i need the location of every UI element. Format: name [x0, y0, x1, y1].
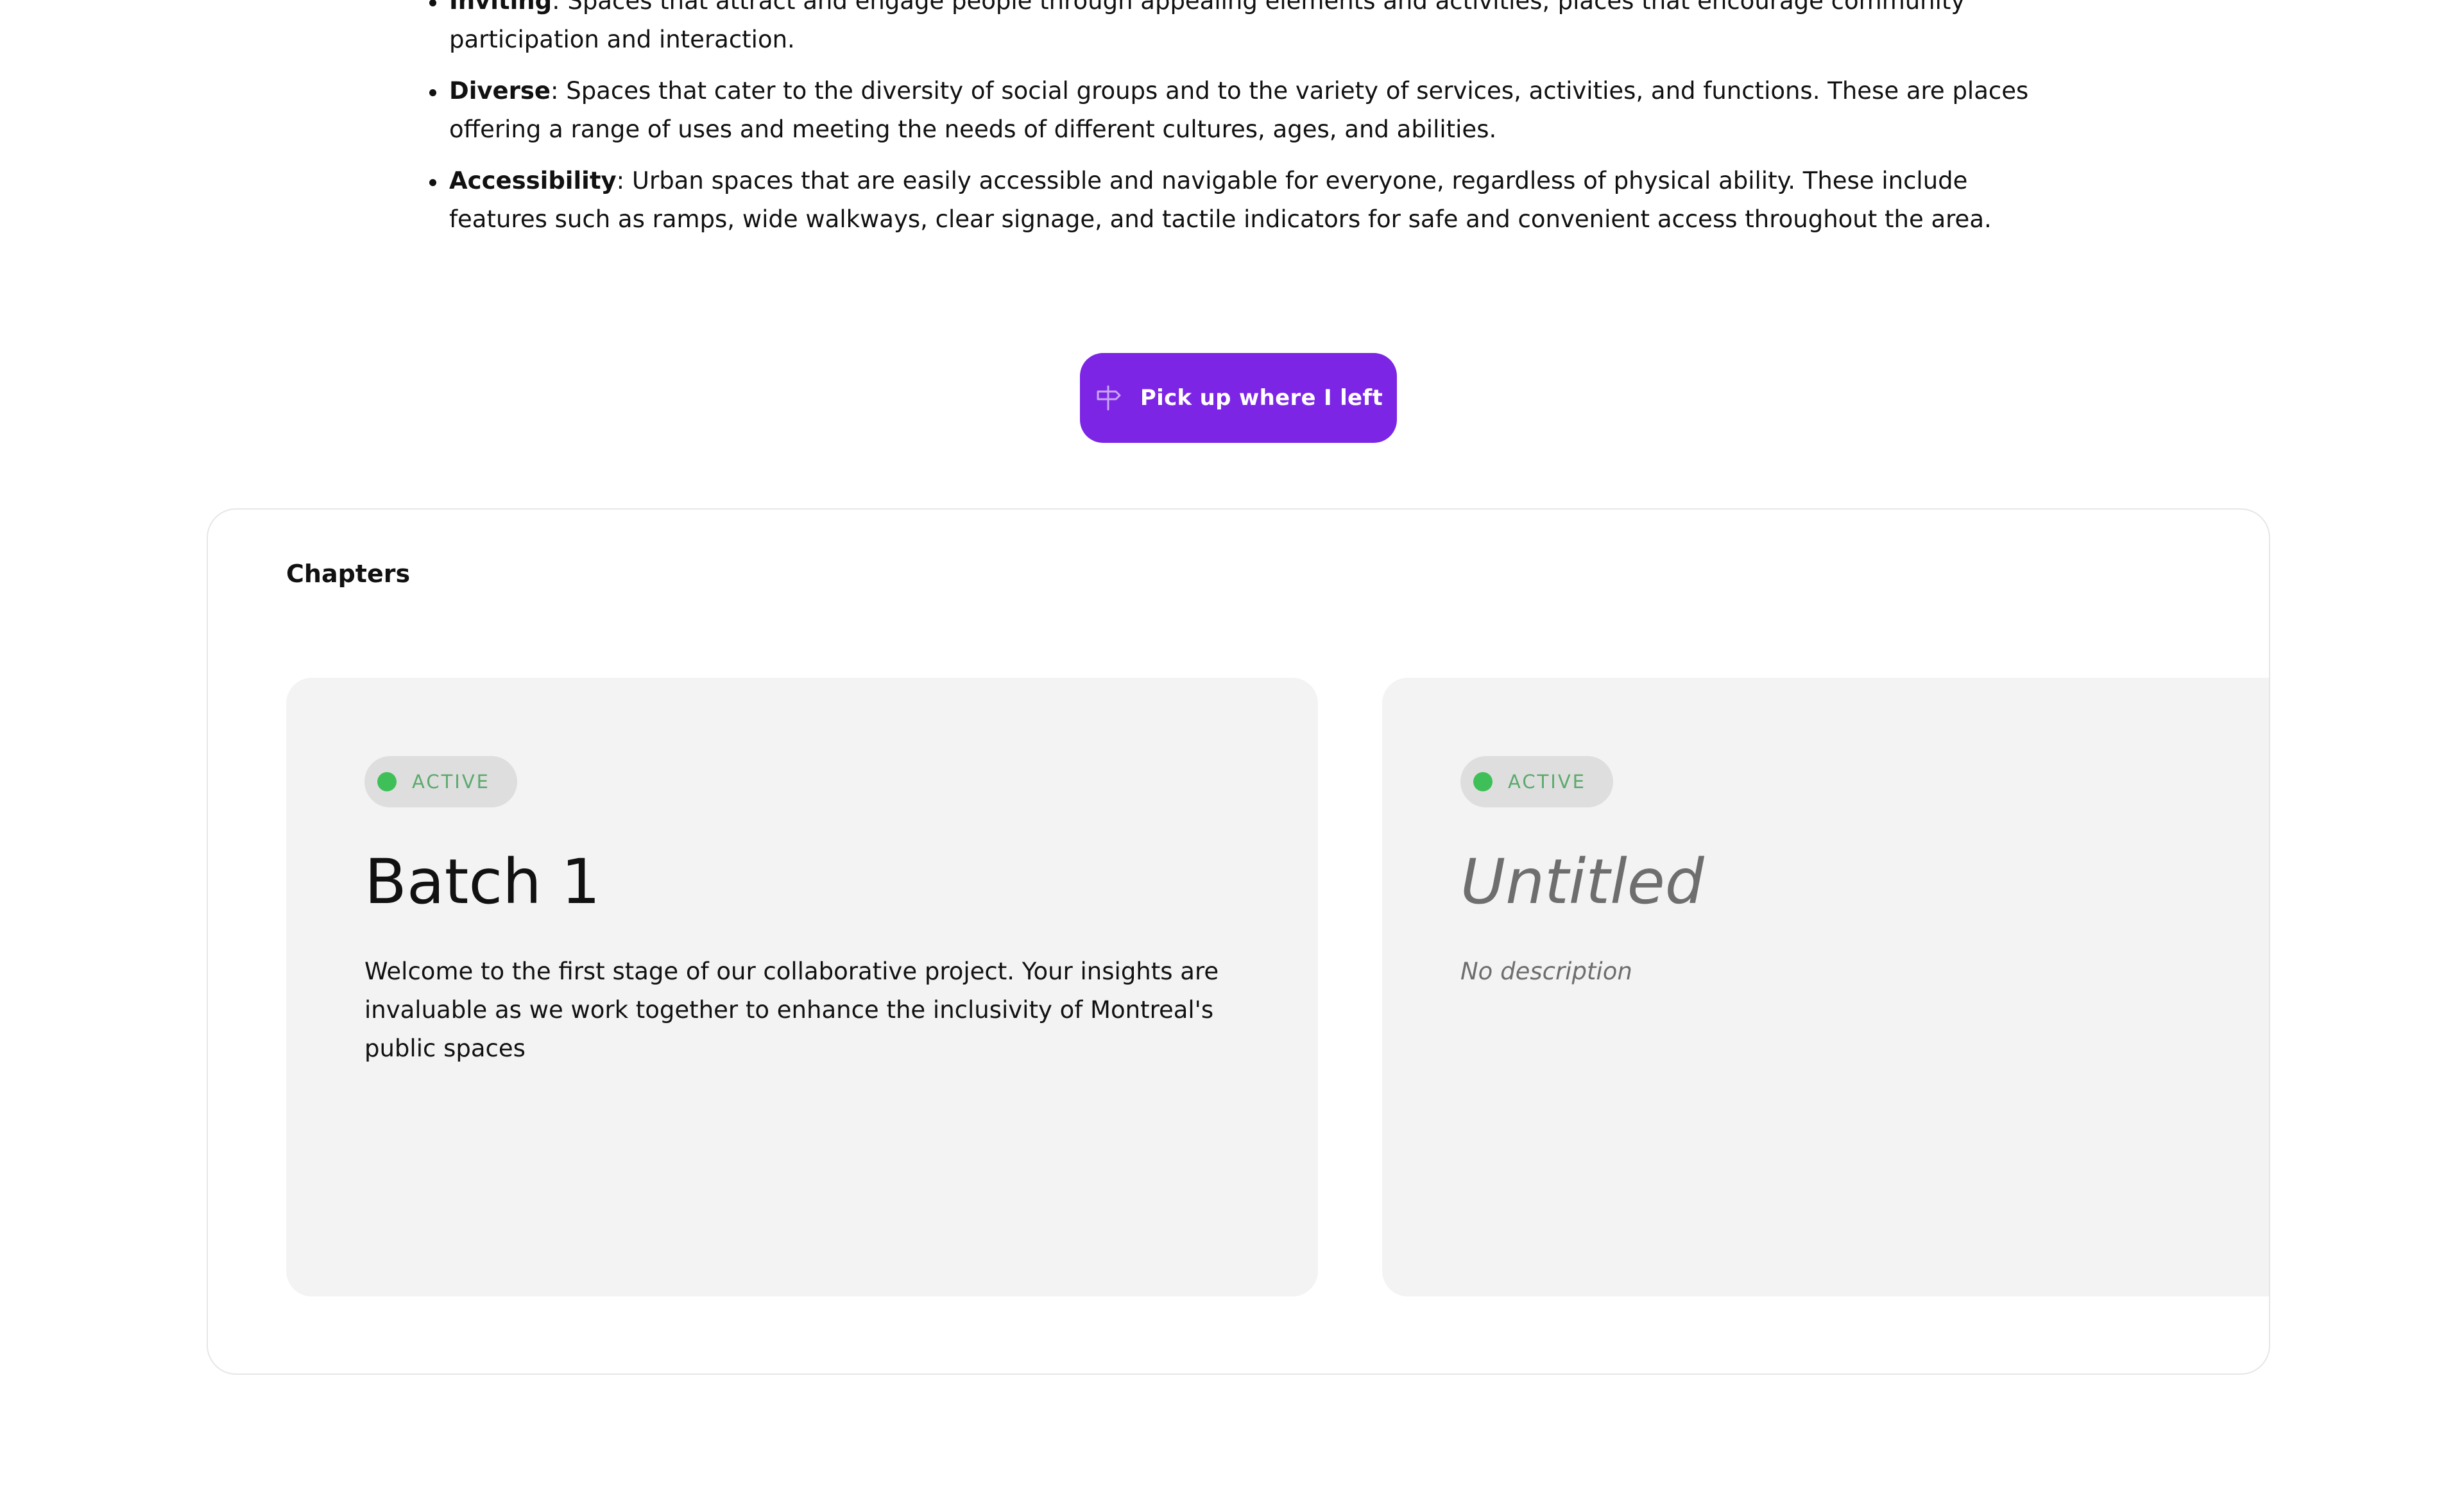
chapter-title: Batch 1 [364, 846, 601, 918]
list-item: Diverse: Spaces that cater to the divers… [424, 72, 2066, 149]
chapter-cards: ACTIVE Batch 1 Welcome to the first stag… [286, 678, 2269, 1296]
chapter-card[interactable]: ACTIVE Untitled No description [1382, 678, 2269, 1296]
resume-button-label: Pick up where I left [1140, 385, 1383, 411]
chapters-heading: Chapters [286, 560, 411, 588]
list-item: Accessibility: Urban spaces that are eas… [424, 162, 2066, 239]
chapters-panel: Chapters ACTIVE Batch 1 Welcome to the f… [207, 508, 2270, 1375]
principle-description: : Urban spaces that are easily accessibl… [449, 167, 1992, 233]
chapter-card[interactable]: ACTIVE Batch 1 Welcome to the first stag… [286, 678, 1318, 1296]
principle-term: Accessibility [449, 167, 617, 194]
chapter-description: Welcome to the first stage of our collab… [364, 958, 1219, 1062]
status-badge: ACTIVE [364, 756, 518, 807]
chapter-description: No description [1460, 958, 1632, 985]
status-dot-icon [377, 772, 397, 791]
status-dot-icon [1473, 772, 1493, 791]
list-item: Inviting: Spaces that attract and engage… [424, 0, 2066, 59]
principles-list: Inviting: Spaces that attract and engage… [424, 0, 2066, 252]
principle-term: Diverse [449, 77, 551, 105]
signpost-icon [1094, 384, 1122, 412]
principle-description: : Spaces that attract and engage people … [449, 0, 1965, 53]
status-badge: ACTIVE [1460, 756, 1614, 807]
chapter-title: Untitled [1460, 846, 1704, 918]
status-label: ACTIVE [1508, 771, 1587, 793]
principle-description: : Spaces that cater to the diversity of … [449, 77, 2029, 143]
status-label: ACTIVE [412, 771, 491, 793]
pick-up-where-i-left-button[interactable]: Pick up where I left [1080, 353, 1397, 443]
principle-term: Inviting [449, 0, 552, 15]
